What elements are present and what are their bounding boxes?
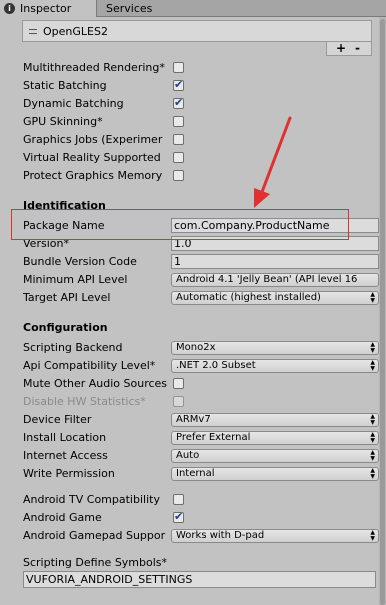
annotation-arrow-icon: [254, 116, 292, 208]
